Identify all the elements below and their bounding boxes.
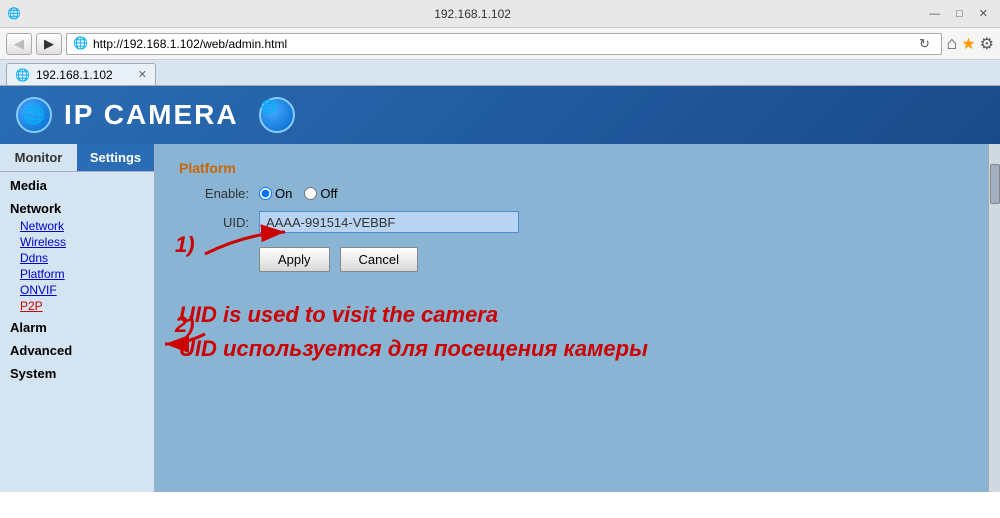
scrollbar[interactable] xyxy=(988,144,1000,492)
app-container: 🌐 IP CAMERA 🌐 Monitor Settings Media Net xyxy=(0,86,1000,492)
browser-tab[interactable]: 🌐 192.168.1.102 ✕ xyxy=(6,63,156,85)
minimize-button[interactable]: — xyxy=(925,8,944,20)
close-button[interactable]: ✕ xyxy=(975,7,992,20)
sidebar-item-alarm[interactable]: Alarm xyxy=(0,314,154,337)
radio-off-label[interactable]: Off xyxy=(304,186,337,201)
window-controls: — □ ✕ xyxy=(925,7,992,20)
info-line2: UID используется для посещения камеры xyxy=(179,336,976,362)
sidebar-link-onvif[interactable]: ONVIF xyxy=(0,282,154,298)
title-bar: 🌐 192.168.1.102 — □ ✕ xyxy=(0,0,1000,28)
radio-on-label[interactable]: On xyxy=(259,186,292,201)
settings-icon[interactable]: ⚙ xyxy=(980,34,994,54)
info-text: UID is used to visit the camera UID испо… xyxy=(179,302,976,362)
sidebar-item-network-header[interactable]: Network xyxy=(0,195,154,218)
radio-on-input[interactable] xyxy=(259,187,272,200)
scroll-thumb[interactable] xyxy=(990,164,1000,204)
refresh-button[interactable]: ↻ xyxy=(913,33,935,55)
sidebar: Monitor Settings Media Network Network W… xyxy=(0,144,155,492)
nav-bar: ◀ ▶ 🌐 ↻ ⌂ ★ ⚙ xyxy=(0,28,1000,60)
sidebar-link-platform[interactable]: Platform xyxy=(0,266,154,282)
window-icon: 🌐 xyxy=(8,8,20,20)
logo-globe-left: 🌐 xyxy=(16,97,52,133)
enable-label: Enable: xyxy=(179,186,259,201)
forward-button[interactable]: ▶ xyxy=(36,33,62,55)
tab-favicon: 🌐 xyxy=(15,68,30,82)
radio-off-input[interactable] xyxy=(304,187,317,200)
content-area: Platform Enable: On Off UID: xyxy=(155,144,1000,492)
cancel-button[interactable]: Cancel xyxy=(340,247,418,272)
uid-input[interactable] xyxy=(259,211,519,233)
home-icon[interactable]: ⌂ xyxy=(946,33,957,54)
browser-tabs: 🌐 192.168.1.102 ✕ xyxy=(0,60,1000,86)
uid-label: UID: xyxy=(179,215,259,230)
favicon: 🌐 xyxy=(73,36,89,52)
maximize-button[interactable]: □ xyxy=(952,8,967,20)
sidebar-link-ddns[interactable]: Ddns xyxy=(0,250,154,266)
sidebar-item-system[interactable]: System xyxy=(0,360,154,383)
uid-row: UID: xyxy=(179,211,976,233)
tab-settings-label: Settings xyxy=(90,150,141,165)
sidebar-item-media[interactable]: Media xyxy=(0,172,154,195)
tab-close-icon[interactable]: ✕ xyxy=(138,68,147,81)
enable-radio-group: On Off xyxy=(259,186,337,201)
address-input[interactable] xyxy=(93,37,913,51)
tab-title: 192.168.1.102 xyxy=(36,68,113,82)
app-header: 🌐 IP CAMERA 🌐 xyxy=(0,86,1000,144)
annotation1-label: 1) xyxy=(175,232,195,258)
favorites-icon[interactable]: ★ xyxy=(961,34,975,54)
logo-globe-right: 🌐 xyxy=(259,97,295,133)
window-title: 192.168.1.102 xyxy=(20,7,925,21)
tab-monitor[interactable]: Monitor xyxy=(0,144,77,171)
sidebar-link-p2p[interactable]: P2P xyxy=(0,298,154,314)
buttons-row: Apply Cancel xyxy=(259,247,976,272)
sidebar-link-wireless[interactable]: Wireless xyxy=(0,234,154,250)
title-bar-left: 🌐 xyxy=(8,8,20,20)
address-bar[interactable]: 🌐 ↻ xyxy=(66,33,942,55)
platform-title: Platform xyxy=(179,160,976,176)
main-content: Monitor Settings Media Network Network W… xyxy=(0,144,1000,492)
enable-row: Enable: On Off xyxy=(179,186,976,201)
sidebar-item-advanced[interactable]: Advanced xyxy=(0,337,154,360)
back-button[interactable]: ◀ xyxy=(6,33,32,55)
sidebar-tabs: Monitor Settings xyxy=(0,144,154,172)
apply-button[interactable]: Apply xyxy=(259,247,330,272)
tab-settings[interactable]: Settings xyxy=(77,144,154,171)
info-line1: UID is used to visit the camera xyxy=(179,302,976,328)
tab-monitor-label: Monitor xyxy=(15,150,63,165)
app-title: IP CAMERA xyxy=(64,99,239,131)
sidebar-link-network[interactable]: Network xyxy=(0,218,154,234)
